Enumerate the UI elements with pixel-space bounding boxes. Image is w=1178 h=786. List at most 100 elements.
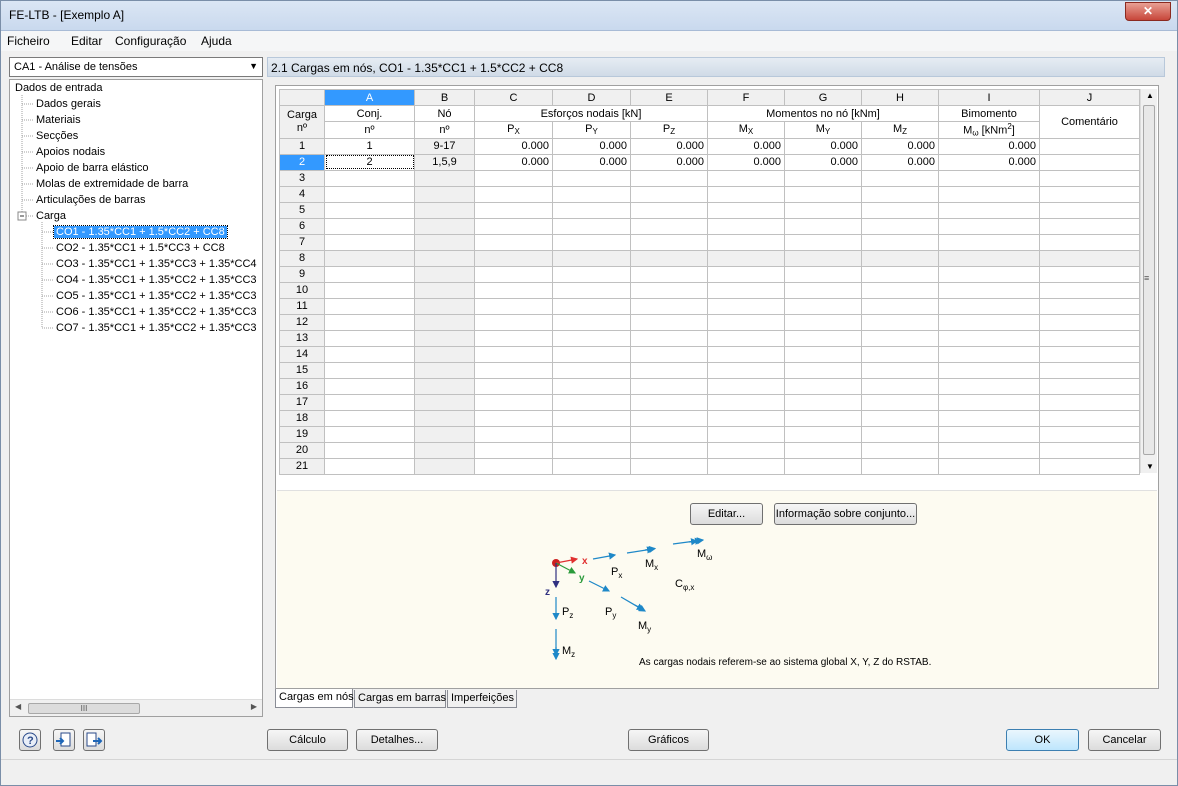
tree-item-molas[interactable]: Molas de extremidade de barra <box>36 178 188 190</box>
cell-no[interactable] <box>414 345 475 363</box>
ok-button[interactable]: OK <box>1006 729 1079 751</box>
cell-pz[interactable] <box>630 281 708 299</box>
row-number[interactable]: 16 <box>279 377 325 395</box>
cell-mx[interactable] <box>707 425 785 443</box>
col-header-f[interactable]: F <box>707 89 785 106</box>
cell-mx[interactable] <box>707 393 785 411</box>
cell-py[interactable] <box>552 265 631 283</box>
calculo-button[interactable]: Cálculo <box>267 729 348 751</box>
cell-mx[interactable]: 0.000 <box>707 137 785 155</box>
row-number[interactable]: 20 <box>279 441 325 459</box>
cell-mw[interactable] <box>938 249 1040 267</box>
cell-mz[interactable] <box>861 345 939 363</box>
tree-item-co4[interactable]: CO4 - 1.35*CC1 + 1.35*CC2 + 1.35*CC3 <box>56 274 257 286</box>
cell-my[interactable] <box>784 361 862 379</box>
row-number[interactable]: 2 <box>279 153 325 171</box>
cell-mz[interactable] <box>861 361 939 379</box>
cell-pz[interactable] <box>630 361 708 379</box>
cell-mw[interactable] <box>938 361 1040 379</box>
cell-com[interactable] <box>1039 265 1140 283</box>
cell-my[interactable] <box>784 249 862 267</box>
cell-my[interactable] <box>784 201 862 219</box>
cell-px[interactable]: 0.000 <box>474 137 553 155</box>
scroll-thumb[interactable]: III <box>28 703 140 714</box>
cell-mx[interactable] <box>707 457 785 475</box>
row-number[interactable]: 3 <box>279 169 325 187</box>
cell-px[interactable] <box>474 217 553 235</box>
col-header-b[interactable]: B <box>414 89 475 106</box>
cell-conj[interactable] <box>324 249 415 267</box>
col-header-h[interactable]: H <box>861 89 939 106</box>
cell-pz[interactable] <box>630 409 708 427</box>
cell-com[interactable] <box>1039 137 1140 155</box>
cell-pz[interactable] <box>630 377 708 395</box>
cell-px[interactable] <box>474 169 553 187</box>
cell-pz[interactable] <box>630 265 708 283</box>
cell-px[interactable]: 0.000 <box>474 153 553 171</box>
cell-pz[interactable] <box>630 217 708 235</box>
row-number[interactable]: 14 <box>279 345 325 363</box>
cell-py[interactable] <box>552 169 631 187</box>
scroll-left-icon[interactable]: ◀ <box>15 702 21 711</box>
cell-py[interactable] <box>552 313 631 331</box>
cell-mw[interactable] <box>938 457 1040 475</box>
cell-no[interactable] <box>414 217 475 235</box>
cell-mz[interactable] <box>861 217 939 235</box>
close-button[interactable]: ✕ <box>1125 2 1171 21</box>
cell-pz[interactable] <box>630 393 708 411</box>
row-number[interactable]: 18 <box>279 409 325 427</box>
row-number[interactable]: 17 <box>279 393 325 411</box>
cell-conj[interactable] <box>324 169 415 187</box>
cell-my[interactable] <box>784 169 862 187</box>
cell-py[interactable] <box>552 217 631 235</box>
cell-my[interactable] <box>784 233 862 251</box>
tree-item-co3[interactable]: CO3 - 1.35*CC1 + 1.35*CC3 + 1.35*CC4 <box>56 258 257 270</box>
cell-mw[interactable]: 0.000 <box>938 137 1040 155</box>
help-button[interactable]: ? <box>19 729 41 751</box>
cell-my[interactable] <box>784 281 862 299</box>
cell-mz[interactable]: 0.000 <box>861 153 939 171</box>
cell-px[interactable] <box>474 441 553 459</box>
cell-mz[interactable] <box>861 457 939 475</box>
cell-com[interactable] <box>1039 233 1140 251</box>
tree-item-articulacoes[interactable]: Articulações de barras <box>36 194 145 206</box>
cell-mw[interactable] <box>938 441 1040 459</box>
cell-px[interactable] <box>474 233 553 251</box>
row-number[interactable]: 11 <box>279 297 325 315</box>
cell-mx[interactable] <box>707 217 785 235</box>
cell-mw[interactable] <box>938 201 1040 219</box>
case-selector[interactable]: CA1 - Análise de tensões ▼ <box>9 57 263 77</box>
cell-mw[interactable] <box>938 265 1040 283</box>
tree-item-materiais[interactable]: Materiais <box>36 114 81 126</box>
cell-conj[interactable] <box>324 185 415 203</box>
cell-com[interactable] <box>1039 393 1140 411</box>
cell-px[interactable] <box>474 313 553 331</box>
cell-mx[interactable] <box>707 281 785 299</box>
cell-conj[interactable] <box>324 265 415 283</box>
cell-mw[interactable] <box>938 233 1040 251</box>
cell-pz[interactable] <box>630 249 708 267</box>
cell-no[interactable] <box>414 169 475 187</box>
cell-mz[interactable]: 0.000 <box>861 137 939 155</box>
cell-my[interactable] <box>784 297 862 315</box>
cell-mx[interactable] <box>707 345 785 363</box>
cell-py[interactable] <box>552 185 631 203</box>
cell-my[interactable] <box>784 409 862 427</box>
cell-mz[interactable] <box>861 425 939 443</box>
cell-no[interactable] <box>414 233 475 251</box>
tree-item-carga[interactable]: Carga <box>36 210 66 222</box>
cell-com[interactable] <box>1039 457 1140 475</box>
row-number[interactable]: 19 <box>279 425 325 443</box>
cell-mx[interactable]: 0.000 <box>707 153 785 171</box>
cell-py[interactable] <box>552 425 631 443</box>
cell-mz[interactable] <box>861 265 939 283</box>
cell-mx[interactable] <box>707 441 785 459</box>
cell-pz[interactable] <box>630 233 708 251</box>
cell-px[interactable] <box>474 393 553 411</box>
table-vertical-scrollbar[interactable]: ▲ ≡ ▼ <box>1140 89 1157 473</box>
row-number[interactable]: 7 <box>279 233 325 251</box>
tree-item-co7[interactable]: CO7 - 1.35*CC1 + 1.35*CC2 + 1.35*CC3 <box>56 322 257 334</box>
tree-item-co6[interactable]: CO6 - 1.35*CC1 + 1.35*CC2 + 1.35*CC3 <box>56 306 257 318</box>
cell-my[interactable] <box>784 217 862 235</box>
cell-pz[interactable]: 0.000 <box>630 153 708 171</box>
